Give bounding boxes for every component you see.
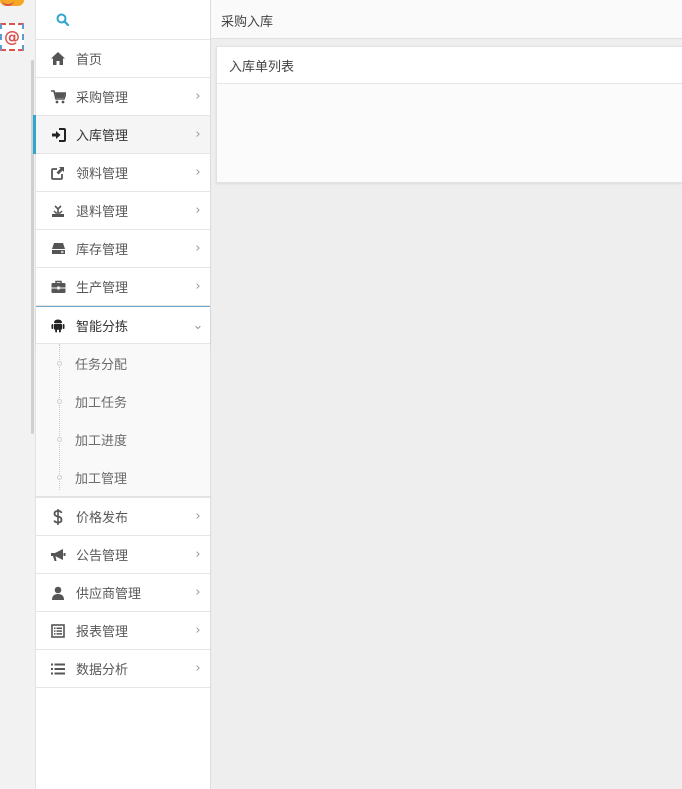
bullet-icon	[57, 361, 62, 366]
chevron-right-icon: ›	[195, 279, 201, 294]
submenu-item-label: 任务分配	[75, 357, 128, 373]
bullhorn-icon	[51, 548, 66, 561]
sidebar-item-label: 智能分拣	[76, 319, 129, 335]
sidebar-item-label: 退料管理	[76, 205, 129, 220]
submenu-item-label: 加工任务	[75, 395, 128, 411]
sidebar-item-label: 数据分析	[76, 663, 129, 678]
sidebar-item-inventory[interactable]: 库存管理 ›	[36, 230, 210, 268]
briefcase-icon	[51, 280, 65, 293]
chevron-right-icon: ›	[195, 661, 201, 676]
sidebar-item-label: 供应商管理	[76, 587, 142, 602]
mail-icon[interactable]: @	[0, 23, 24, 51]
sidebar-item-supplier[interactable]: 供应商管理 ›	[36, 574, 210, 612]
share-icon	[51, 166, 64, 180]
sidebar-item-reports[interactable]: 报表管理 ›	[36, 612, 210, 650]
sign-in-icon	[51, 127, 66, 142]
chevron-right-icon: ›	[195, 585, 201, 600]
sidebar-item-analytics[interactable]: 数据分析 ›	[36, 650, 210, 688]
sidebar-item-production[interactable]: 生产管理 ›	[36, 268, 210, 306]
sidebar-item-inbound[interactable]: 入库管理 ›	[33, 115, 210, 154]
sidebar-item-label: 采购管理	[76, 91, 129, 106]
search-icon[interactable]	[56, 13, 70, 27]
left-toolbar-strip: @	[0, 0, 36, 789]
sidebar-item-announcement[interactable]: 公告管理 ›	[36, 536, 210, 574]
top-bar: 采购入库	[211, 0, 682, 39]
submenu-item-processing-task[interactable]: 加工任务	[36, 382, 210, 420]
chevron-right-icon: ›	[195, 89, 201, 104]
sidebar-item-label: 库存管理	[76, 243, 129, 258]
chevron-right-icon: ›	[195, 547, 201, 562]
submenu-smart-sorting: 任务分配 加工任务 加工进度 加工管理	[36, 344, 210, 498]
list-alt-icon	[51, 623, 65, 638]
content-panel: 入库单列表	[216, 46, 682, 183]
drive-icon	[51, 243, 65, 254]
sidebar-item-requisition[interactable]: 领料管理 ›	[36, 154, 210, 192]
chevron-right-icon: ›	[195, 165, 201, 180]
sidebar-item-purchase[interactable]: 采购管理 ›	[36, 78, 210, 116]
submenu-item-processing-progress[interactable]: 加工进度	[36, 420, 210, 458]
panel-title: 入库单列表	[217, 47, 682, 84]
bullet-icon	[57, 437, 62, 442]
chevron-down-icon: ⌄	[192, 317, 204, 333]
sidebar-item-home[interactable]: 首页	[36, 40, 210, 78]
sidebar-item-label: 首页	[76, 53, 103, 68]
app-icon[interactable]	[0, 0, 24, 6]
chevron-right-icon: ›	[195, 509, 201, 524]
sidebar-item-label: 价格发布	[76, 511, 129, 526]
sidebar-search[interactable]	[36, 0, 210, 40]
submenu-item-label: 加工进度	[75, 433, 128, 449]
sidebar-item-label: 领料管理	[76, 167, 129, 182]
home-icon	[51, 52, 65, 65]
sidebar-item-label: 生产管理	[76, 281, 129, 296]
sidebar-item-label: 入库管理	[76, 129, 129, 144]
bullet-icon	[57, 399, 62, 404]
sidebar: 首页 采购管理 › 入库管理 › 领料管理 › 退料管理 › 库存管理 › 生产…	[33, 0, 211, 789]
sidebar-item-smart-sorting[interactable]: 智能分拣 ⌄	[36, 306, 210, 344]
sidebar-item-return[interactable]: 退料管理 ›	[36, 192, 210, 230]
sidebar-item-label: 报表管理	[76, 625, 129, 640]
submenu-item-processing-management[interactable]: 加工管理	[36, 458, 210, 496]
breadcrumb[interactable]: 采购入库	[221, 11, 273, 30]
android-icon	[51, 319, 65, 332]
cart-icon	[50, 89, 66, 103]
bullet-icon	[57, 475, 62, 480]
return-icon	[52, 204, 64, 217]
chevron-right-icon: ›	[195, 203, 201, 218]
chevron-right-icon: ›	[195, 241, 201, 256]
dollar-icon	[53, 508, 63, 525]
sidebar-item-price[interactable]: 价格发布 ›	[36, 498, 210, 536]
submenu-item-task-assign[interactable]: 任务分配	[36, 344, 210, 382]
sidebar-item-label: 公告管理	[76, 549, 129, 564]
chevron-right-icon: ›	[195, 127, 201, 142]
list-icon	[51, 663, 65, 674]
submenu-item-label: 加工管理	[75, 471, 128, 487]
chevron-right-icon: ›	[195, 623, 201, 638]
user-icon	[52, 586, 64, 600]
